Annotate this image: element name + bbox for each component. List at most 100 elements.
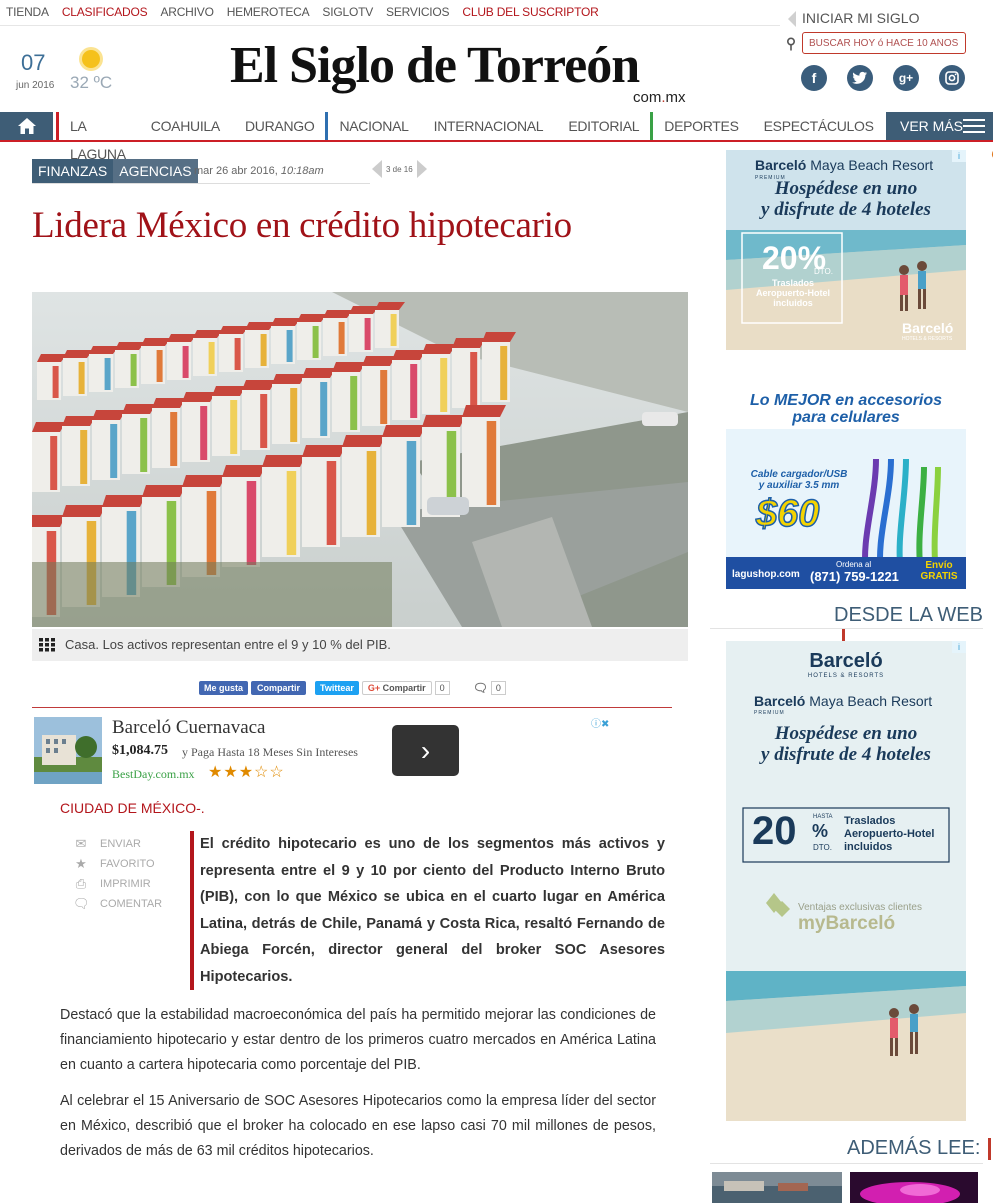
nav-item[interactable]: NACIONAL: [325, 112, 419, 140]
topnav-link[interactable]: SERVICIOS: [386, 5, 450, 19]
ad3-detail: Traslados Aeropuerto-Hotel incluidos: [844, 815, 935, 853]
adchoices-icon[interactable]: ⓘ✖: [591, 715, 609, 730]
ad2-product-line2: y auxiliar 3.5 mm: [758, 480, 840, 491]
share-bar: Me gusta Compartir Twittear G+ Compartir…: [199, 681, 506, 695]
more-sections-button[interactable]: VER MÁS: [886, 112, 993, 140]
nav-item[interactable]: ESPECTÁCULOS: [750, 112, 885, 140]
ad3-slogan-line1: Hospédese en uno: [774, 723, 918, 744]
tweet-button[interactable]: Twittear: [315, 681, 359, 695]
ad3-slogan: Hospédese en uno y disfrute de 4 hoteles: [726, 723, 966, 765]
related-thumb-2[interactable]: [850, 1172, 978, 1203]
ad1-footer-brand: Barceló: [902, 320, 954, 336]
article-date: mar 26 abr 2016, 10:18am: [194, 165, 324, 177]
nav-item[interactable]: EDITORIAL: [554, 112, 650, 140]
speech-bubble-icon: 🗨: [73, 896, 90, 911]
facebook-like-button[interactable]: Me gusta: [199, 681, 249, 695]
home-button[interactable]: [0, 112, 53, 140]
print-label: IMPRIMIR: [100, 878, 151, 890]
google-share-button[interactable]: G+ Compartir: [361, 681, 432, 695]
search-input[interactable]: [802, 32, 966, 54]
print-tool[interactable]: ⎙ IMPRIMIR: [73, 874, 162, 894]
nav-item[interactable]: DURANGO: [231, 112, 325, 140]
native-ad-open-button[interactable]: ›: [392, 725, 459, 776]
google-plus-icon[interactable]: g+: [893, 65, 919, 91]
prev-arrow-icon[interactable]: [372, 160, 382, 178]
heading-accent: [988, 1137, 992, 1160]
article-tools: ✉ ENVIAR ★ FAVORITO ⎙ IMPRIMIR 🗨 COMENTAR: [73, 834, 162, 914]
native-ad-price: $1,084.75: [112, 743, 168, 758]
ad3-premium: PREMIUM: [754, 710, 785, 716]
facebook-share-button[interactable]: Compartir: [251, 681, 307, 695]
ad1-detail: Traslados Aeropuerto-Hotel incluidos: [756, 278, 830, 308]
ademas-lee-heading: ADEMÁS LEE:: [847, 1137, 992, 1160]
social-links: f g+: [801, 65, 965, 91]
ad3-slogan-line2: y disfrute de 4 hoteles: [761, 744, 931, 765]
nav-item[interactable]: COAHUILA: [137, 112, 231, 140]
adchoices-icon[interactable]: i: [952, 150, 966, 162]
barcelo-ad-1[interactable]: i Barceló Maya Beach Resort PREMIUM Hosp…: [726, 150, 966, 350]
lagushop-ad[interactable]: Lo MEJOR en accesorios para celulares Cab…: [726, 389, 966, 589]
share-divider: [32, 707, 672, 708]
top-divider: [0, 25, 780, 26]
login-link[interactable]: INICIAR MI SIGLO: [788, 10, 919, 28]
comment-tool[interactable]: 🗨 COMENTAR: [73, 894, 162, 914]
topnav-link[interactable]: ARCHIVO: [160, 5, 213, 19]
gallery-pager: 3 de 16: [372, 160, 427, 178]
favorite-tool[interactable]: ★ FAVORITO: [73, 854, 162, 874]
ad1-discount-word: DTO.: [814, 267, 833, 276]
star-filled-icon: ★: [238, 764, 255, 781]
native-ad[interactable]: Barceló Cuernavaca $1,084.75 y Paga Hast…: [34, 716, 616, 786]
ad2-shipping-line1: Envío: [925, 560, 953, 571]
ad2-price: $60: [755, 492, 820, 536]
ad2-product: Cable cargador/USB y auxiliar 3.5 mm: [744, 469, 854, 491]
caption-text: Casa. Los activos representan entre el 9…: [65, 637, 391, 652]
facebook-like-label: Me gusta: [204, 683, 244, 693]
ad3-club-brand: myBarceló: [798, 913, 896, 934]
ad1-heading: Barceló Maya Beach Resort: [755, 157, 933, 173]
menu-icon: [963, 119, 985, 137]
related-thumb-1[interactable]: [712, 1172, 842, 1203]
barcelo-ad-2[interactable]: i Barceló HOTELS & RESORTS Barceló Maya …: [726, 641, 966, 1121]
more-label: VER MÁS: [900, 118, 964, 134]
send-tool[interactable]: ✉ ENVIAR: [73, 834, 162, 854]
comment-label: COMENTAR: [100, 898, 163, 910]
section-tag[interactable]: FINANZAS: [32, 159, 114, 183]
chevron-right-icon: ›: [420, 734, 431, 766]
nav-item[interactable]: LA LAGUNA: [56, 112, 137, 162]
next-arrow-icon[interactable]: [416, 160, 427, 178]
logo-domain-tld: mx: [665, 89, 686, 106]
ad2-shipping-line2: GRATIS: [920, 571, 958, 582]
envelope-icon: ✉: [75, 836, 87, 851]
ad3-discount-word: DTO.: [813, 843, 832, 852]
top-utility-nav: TIENDA CLASIFICADOS ARCHIVO HEMEROTECA SIGLO…: [6, 5, 599, 19]
article-paragraph: Al celebrar el 15 Aniversario de SOC Ase…: [60, 1093, 656, 1159]
google-plus-icon: G+: [367, 683, 381, 693]
ademas-lee-label: ADEMÁS LEE:: [847, 1137, 981, 1159]
article-photo[interactable]: [32, 292, 688, 627]
gallery-grid-icon[interactable]: [39, 638, 55, 652]
instagram-icon[interactable]: [939, 65, 965, 91]
nav-item[interactable]: INTERNACIONAL: [420, 112, 555, 140]
site-logo[interactable]: El Siglo de Torreón: [230, 36, 640, 96]
google-share-count: 0: [434, 681, 450, 695]
article-date-day: mar 26 abr 2016,: [194, 165, 278, 177]
date-divider: [32, 183, 370, 184]
ad1-resort: Maya Beach Resort: [810, 157, 934, 173]
section-divider: [710, 1163, 983, 1164]
location-pin-icon: [786, 37, 796, 51]
nav-item[interactable]: DEPORTES: [650, 112, 749, 140]
topnav-link[interactable]: CLASIFICADOS: [62, 5, 148, 19]
date-day: 07: [21, 50, 46, 75]
comment-bubble-icon[interactable]: 🗨: [473, 681, 488, 695]
ad3-club: Ventajas exclusivas clientes: [798, 902, 922, 913]
temperature: 32 ºC: [70, 73, 113, 92]
topnav-link[interactable]: HEMEROTECA: [227, 5, 310, 19]
topnav-link[interactable]: SIGLOTV: [322, 5, 373, 19]
topnav-link[interactable]: TIENDA: [6, 5, 49, 19]
topnav-link[interactable]: CLUB DEL SUSCRIPTOR: [462, 5, 598, 19]
twitter-icon[interactable]: [847, 65, 873, 91]
ad3-brand-sub: HOTELS & RESORTS: [807, 673, 885, 679]
native-ad-terms: y Paga Hasta 18 Meses Sin Intereses: [182, 745, 358, 759]
facebook-icon[interactable]: f: [801, 65, 827, 91]
sun-icon: [82, 50, 100, 68]
